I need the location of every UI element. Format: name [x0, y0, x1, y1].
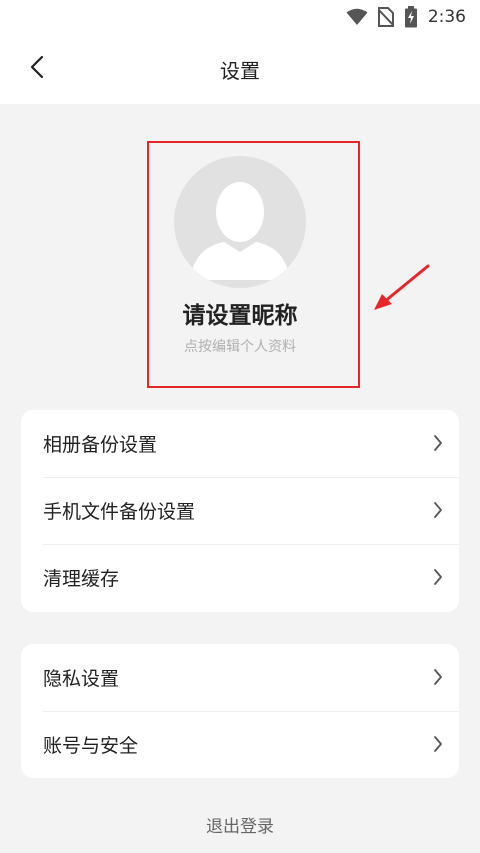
- settings-group-account: 隐私设置 账号与安全: [21, 644, 459, 778]
- item-label: 手机文件备份设置: [43, 501, 196, 523]
- chevron-right-icon: [434, 736, 442, 752]
- chevron-right-icon: [434, 669, 442, 685]
- status-time: 2:36: [427, 7, 466, 27]
- account-security-item[interactable]: 账号与安全: [21, 711, 459, 778]
- profile-section: 请设置昵称 点按编辑个人资料: [0, 104, 480, 394]
- status-bar: 2:36: [0, 0, 480, 34]
- edit-profile-hint: 点按编辑个人资料: [184, 339, 296, 355]
- nickname-label[interactable]: 请设置昵称: [0, 296, 480, 330]
- logout-button[interactable]: 退出登录: [0, 812, 480, 837]
- chevron-right-icon: [434, 435, 442, 451]
- avatar[interactable]: [174, 156, 306, 288]
- chevron-right-icon: [434, 502, 442, 518]
- default-avatar-icon: [190, 182, 290, 280]
- settings-group-backup: 相册备份设置 手机文件备份设置 清理缓存: [21, 410, 459, 612]
- no-sim-icon: [377, 7, 394, 27]
- chevron-right-icon: [434, 569, 442, 585]
- wifi-icon: [346, 8, 368, 26]
- clear-cache-item[interactable]: 清理缓存: [21, 544, 459, 611]
- phone-file-backup-settings-item[interactable]: 手机文件备份设置: [21, 477, 459, 544]
- privacy-settings-item[interactable]: 隐私设置: [21, 644, 459, 711]
- battery-charging-icon: [404, 6, 418, 28]
- page-title: 设置: [220, 58, 260, 83]
- item-label: 隐私设置: [43, 668, 120, 690]
- item-label: 相册备份设置: [43, 434, 158, 456]
- item-label: 清理缓存: [43, 568, 120, 590]
- item-label: 账号与安全: [43, 735, 139, 757]
- app-header: 设置: [0, 34, 480, 104]
- album-backup-settings-item[interactable]: 相册备份设置: [21, 410, 459, 477]
